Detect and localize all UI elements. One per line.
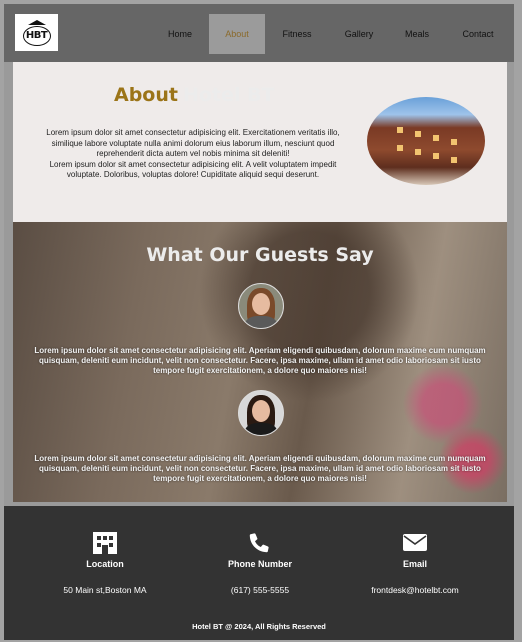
guest-avatar-1	[238, 283, 284, 329]
about-paragraph-2: Lorem ipsum dolor sit amet consectetur a…	[49, 159, 337, 180]
about-title-brand: Hotel BT	[182, 84, 275, 106]
testimonials-section: What Our Guests Say Lorem ipsum dolor si…	[13, 222, 507, 502]
nav-link-meals[interactable]: Meals	[389, 14, 445, 54]
guest-avatar-2	[238, 390, 284, 436]
nav-link-fitness[interactable]: Fitness	[265, 14, 329, 54]
about-paragraph-1: Lorem ipsum dolor sit amet consectetur a…	[46, 128, 340, 158]
testimonials-title: What Our Guests Say	[146, 244, 374, 266]
about-section: About Hotel BT Lorem ipsum dolor sit amet…	[13, 62, 507, 222]
envelope-icon	[403, 534, 427, 551]
location-label: Location	[86, 559, 124, 569]
location-value: 50 Main st,Boston MA	[63, 585, 147, 595]
nav-link-about[interactable]: About	[209, 14, 265, 54]
phone-icon	[249, 533, 269, 553]
copyright: Hotel BT @ 2024, All Rights Reserved	[192, 622, 326, 631]
phone-label: Phone Number	[227, 559, 292, 569]
navbar: HBT Home About Fitness Gallery Meals Con…	[4, 4, 514, 62]
hotel-image	[367, 97, 485, 185]
footer-email: Email frontdesk@hotelbt.com	[335, 530, 495, 595]
testimonial-text-2: Lorem ipsum dolor sit amet consectetur a…	[34, 454, 486, 483]
nav-link-gallery[interactable]: Gallery	[329, 14, 389, 54]
building-icon	[93, 532, 117, 554]
footer-phone: Phone Number (617) 555-5555	[180, 530, 340, 595]
footer-location: Location 50 Main st,Boston MA	[25, 530, 185, 595]
email-value[interactable]: frontdesk@hotelbt.com	[335, 585, 495, 595]
nav-menu: Home About Fitness Gallery Meals Contact	[154, 14, 511, 54]
nav-link-home[interactable]: Home	[154, 14, 206, 54]
nav-link-contact[interactable]: Contact	[445, 14, 511, 54]
testimonial-text-1: Lorem ipsum dolor sit amet consectetur a…	[34, 346, 486, 375]
logo[interactable]: HBT	[15, 14, 58, 51]
about-title-accent: About	[114, 84, 178, 106]
about-text: Lorem ipsum dolor sit amet consectetur a…	[33, 128, 353, 181]
page: HBT Home About Fitness Gallery Meals Con…	[4, 4, 514, 640]
about-title: About Hotel BT	[114, 84, 274, 106]
logo-roof-icon	[27, 19, 46, 25]
email-label: Email	[402, 559, 427, 569]
logo-text: HBT	[22, 25, 51, 46]
footer: Location 50 Main st,Boston MA Phone Numb…	[4, 506, 514, 640]
phone-value[interactable]: (617) 555-5555	[180, 585, 340, 595]
